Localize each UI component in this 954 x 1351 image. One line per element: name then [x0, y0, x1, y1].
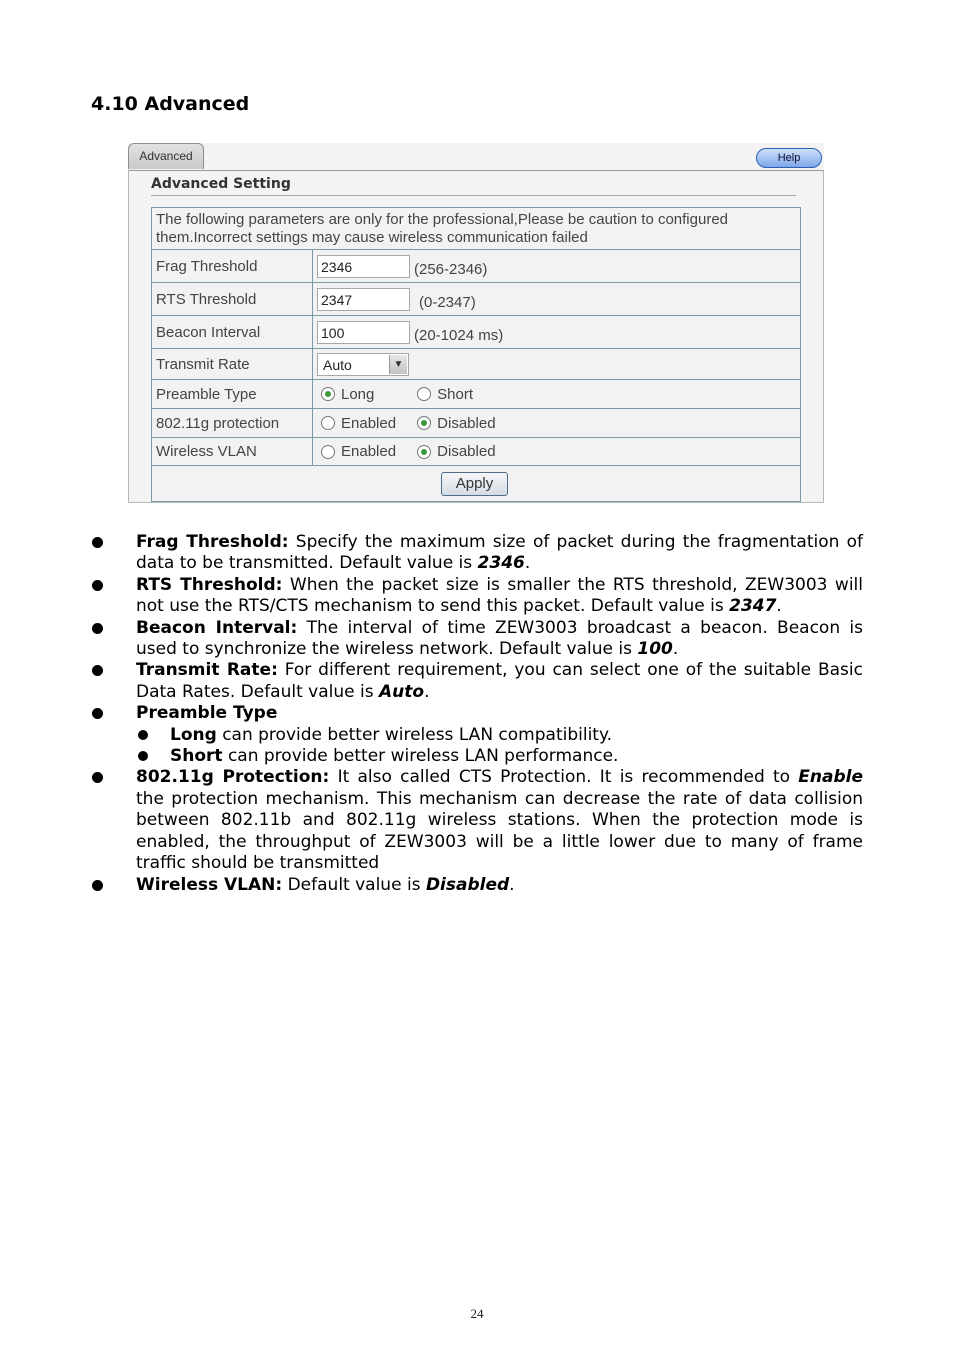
row-beacon-interval: Beacon Interval 100 (20-1024 ms) [151, 315, 801, 349]
tab-bar: Advanced Help [128, 143, 824, 171]
description-continued: the protection mechanism. This mechanism… [136, 788, 863, 874]
protection-label: 802.11g protection [151, 408, 313, 438]
bullet-icon [92, 622, 103, 634]
preamble-type-label: Preamble Type [151, 379, 313, 409]
bullet-icon [92, 665, 103, 677]
preamble-long-label: Long [341, 385, 375, 403]
title-divider [151, 195, 796, 196]
help-button[interactable]: Help [756, 148, 822, 168]
frag-threshold-label: Frag Threshold [151, 249, 313, 283]
advanced-settings-screenshot: Advanced Help Advanced Setting The follo… [128, 143, 824, 503]
beacon-interval-range: (20-1024 ms) [414, 326, 504, 344]
term: Beacon Interval: [136, 617, 298, 638]
wireless-vlan-label: Wireless VLAN [151, 437, 313, 466]
bullet-icon [92, 708, 103, 720]
default-value: 100 [637, 639, 673, 660]
chevron-down-icon[interactable]: ▼ [389, 354, 407, 374]
caution-note: The following parameters are only for th… [151, 207, 801, 250]
transmit-rate-select[interactable]: Auto ▼ [317, 352, 409, 376]
sublist-item-short: Short can provide better wireless LAN pe… [138, 746, 863, 767]
term: RTS Threshold: [136, 574, 283, 595]
punctuation: . [509, 874, 515, 895]
list-item-beacon-interval: Beacon Interval: The interval of time ZE… [92, 617, 863, 661]
row-transmit-rate: Transmit Rate Auto ▼ [151, 348, 801, 380]
protection-enabled-radio[interactable] [321, 416, 335, 431]
description-list: Frag Threshold: Specify the maximum size… [0, 532, 954, 896]
rts-threshold-range: (0-2347) [419, 293, 476, 311]
term: Transmit Rate: [136, 660, 278, 681]
beacon-interval-label: Beacon Interval [151, 315, 313, 349]
punctuation: . [524, 553, 531, 574]
term: Long [170, 724, 217, 745]
term: Preamble Type [136, 703, 278, 724]
punctuation: . [776, 596, 782, 617]
row-wireless-vlan: Wireless VLAN Enabled Disabled [151, 437, 801, 466]
list-item-wireless-vlan: Wireless VLAN: Default value is Disabled… [92, 874, 863, 896]
default-value: 2346 [477, 553, 525, 574]
transmit-rate-label: Transmit Rate [151, 348, 313, 380]
transmit-rate-value: Auto [323, 356, 352, 373]
section-heading: 4.10 Advanced [91, 93, 250, 115]
bullet-icon [92, 537, 103, 548]
frag-threshold-range: (256-2346) [414, 260, 488, 278]
recommended-value: Enable [798, 767, 863, 788]
description: can provide better wireless LAN compatib… [216, 724, 613, 745]
frag-threshold-input[interactable]: 2346 [317, 254, 410, 278]
rts-threshold-input[interactable]: 2347 [317, 287, 410, 311]
row-preamble-type: Preamble Type Long Short [151, 379, 801, 409]
default-value: Auto [378, 681, 425, 702]
bullet-icon [138, 751, 148, 762]
bullet-icon [92, 879, 103, 891]
sublist-item-long: Long can provide better wireless LAN com… [138, 724, 863, 746]
punctuation: . [672, 639, 679, 660]
preamble-long-radio[interactable] [321, 387, 335, 402]
bullet-icon [138, 729, 148, 740]
row-rts-threshold: RTS Threshold 2347 (0-2347) [151, 282, 801, 316]
protection-disabled-radio[interactable] [417, 416, 432, 431]
vlan-disabled-radio[interactable] [417, 444, 432, 459]
preamble-short-label: Short [437, 385, 474, 403]
default-value: Disabled [425, 874, 510, 895]
tab-advanced[interactable]: Advanced [128, 143, 204, 169]
protection-enabled-label: Enabled [341, 414, 397, 432]
apply-button[interactable]: Apply [441, 471, 508, 496]
row-80211g-protection: 802.11g protection Enabled Disabled [151, 408, 801, 438]
vlan-disabled-label: Disabled [437, 443, 496, 461]
settings-frame: Advanced Setting The following parameter… [128, 170, 824, 503]
list-item-preamble-type: Preamble Type [92, 703, 863, 724]
page-number: 24 [470, 1306, 484, 1321]
punctuation: . [424, 681, 430, 702]
row-apply: Apply [151, 465, 801, 502]
description: Default value is [282, 874, 426, 895]
setting-title: Advanced Setting [151, 176, 291, 192]
beacon-interval-input[interactable]: 100 [317, 320, 410, 344]
default-value: 2347 [729, 596, 777, 617]
rts-threshold-label: RTS Threshold [151, 282, 313, 316]
list-item-transmit-rate: Transmit Rate: For different requirement… [92, 660, 863, 703]
vlan-enabled-label: Enabled [341, 443, 397, 461]
settings-table: The following parameters are only for th… [151, 207, 801, 502]
list-item-frag-threshold: Frag Threshold: Specify the maximum size… [92, 532, 863, 575]
bullet-icon [92, 579, 103, 591]
list-item-80211g-protection: 802.11g Protection: It also called CTS P… [92, 767, 863, 874]
bullet-icon [92, 772, 103, 784]
description: can provide better wireless LAN performa… [222, 746, 619, 767]
term: Frag Threshold: [136, 532, 289, 552]
vlan-enabled-radio[interactable] [321, 444, 335, 459]
term: 802.11g Protection: [136, 767, 330, 788]
preamble-short-radio[interactable] [417, 387, 432, 402]
row-frag-threshold: Frag Threshold 2346 (256-2346) [151, 249, 801, 283]
term: Wireless VLAN: [136, 874, 283, 895]
term: Short [170, 746, 223, 767]
protection-disabled-label: Disabled [437, 414, 496, 432]
description: It also called CTS Protection. It is rec… [329, 767, 799, 788]
list-item-rts-threshold: RTS Threshold: When the packet size is s… [92, 574, 863, 618]
